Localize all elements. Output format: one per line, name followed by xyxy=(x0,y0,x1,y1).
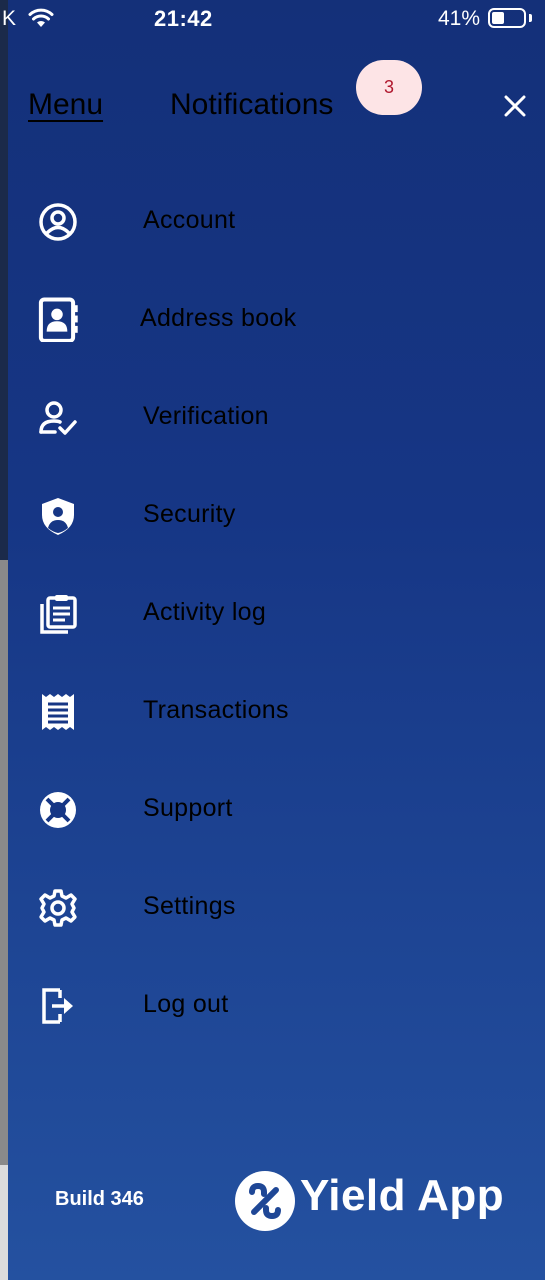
status-bar: K 21:42 41% xyxy=(0,0,545,40)
battery-level-fill xyxy=(492,12,504,24)
tab-notifications[interactable]: Notifications xyxy=(170,88,333,122)
wifi-icon xyxy=(28,8,54,27)
battery-tip xyxy=(529,14,532,22)
battery-percent: 41% xyxy=(438,7,481,30)
menu-item-label: Transactions xyxy=(143,696,289,724)
logout-icon xyxy=(42,988,73,1024)
user-check-icon xyxy=(39,401,77,435)
brand-name: Yield App xyxy=(300,1171,505,1220)
notifications-badge: 3 xyxy=(356,60,422,115)
gear-icon xyxy=(39,889,77,927)
account-circle-icon xyxy=(39,203,77,241)
menu-item-support[interactable]: Support xyxy=(0,775,537,845)
yield-app-logo-icon xyxy=(235,1171,295,1231)
menu-item-log-out[interactable]: Log out xyxy=(0,971,537,1041)
menu-item-label: Support xyxy=(143,794,233,822)
menu-item-label: Activity log xyxy=(143,598,267,626)
carrier-label: K xyxy=(2,7,17,30)
battery-icon xyxy=(488,8,526,28)
lifebuoy-icon xyxy=(40,792,76,828)
menu-item-account[interactable]: Account xyxy=(0,187,537,257)
receipt-icon xyxy=(42,694,74,730)
menu-item-label: Verification xyxy=(143,402,269,430)
build-number: Build 346 xyxy=(55,1188,144,1210)
menu-item-label: Log out xyxy=(143,990,229,1018)
menu-item-address-book[interactable]: Address book xyxy=(0,285,537,355)
menu-item-label: Security xyxy=(143,500,236,528)
address-book-icon xyxy=(38,297,78,342)
clipboard-list-icon xyxy=(40,595,77,634)
menu-item-verification[interactable]: Verification xyxy=(0,383,537,453)
shield-icon xyxy=(42,498,74,535)
clock: 21:42 xyxy=(154,6,213,31)
menu-item-label: Account xyxy=(143,206,236,234)
close-icon[interactable] xyxy=(499,90,531,122)
tab-menu[interactable]: Menu xyxy=(28,88,103,122)
menu-item-label: Address book xyxy=(140,304,297,332)
menu-item-activity-log[interactable]: Activity log xyxy=(0,579,537,649)
menu-item-security[interactable]: Security xyxy=(0,481,537,551)
menu-item-settings[interactable]: Settings xyxy=(0,873,537,943)
menu-item-label: Settings xyxy=(143,892,236,920)
menu-item-transactions[interactable]: Transactions xyxy=(0,677,537,747)
